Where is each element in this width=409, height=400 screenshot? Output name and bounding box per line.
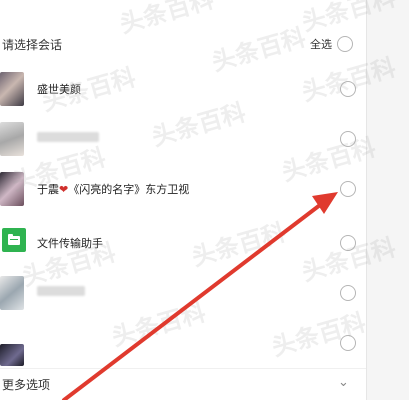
conversation-item[interactable]: 文件传输助手 (0, 218, 366, 268)
conversation-radio[interactable] (340, 235, 356, 251)
avatar (0, 172, 24, 206)
redacted-name (37, 132, 99, 142)
share-conversation-panel: 请选择会话 全选 盛世美颜 于震❤《闪亮的名字》东方卫视 文件传输助手 更多选项 (0, 0, 366, 400)
select-conversation-header: 请选择会话 全选 (0, 30, 366, 58)
select-all-label[interactable]: 全选 (310, 36, 332, 52)
select-all-radio[interactable] (337, 36, 353, 52)
avatar (0, 122, 24, 156)
conversation-item[interactable] (0, 318, 366, 368)
more-options-row[interactable]: 更多选项 ⌄ (0, 368, 366, 398)
folder-icon (8, 233, 20, 245)
conversation-item[interactable] (0, 114, 366, 164)
conversation-name-prefix: 于震 (37, 183, 59, 196)
file-transfer-avatar (2, 228, 26, 252)
conversation-radio[interactable] (340, 335, 356, 351)
conversation-item[interactable]: 于震❤《闪亮的名字》东方卫视 (0, 164, 366, 214)
conversation-name-suffix: 《闪亮的名字》东方卫视 (68, 183, 190, 196)
conversation-name: 文件传输助手 (37, 237, 103, 250)
conversation-item[interactable] (0, 268, 366, 318)
conversation-name: 盛世美颜 (37, 83, 81, 96)
chevron-down-icon: ⌄ (338, 375, 349, 390)
avatar (0, 72, 24, 106)
conversation-item[interactable]: 盛世美颜 (0, 64, 366, 114)
conversation-radio[interactable] (340, 181, 356, 197)
conversation-radio[interactable] (340, 285, 356, 301)
panel-top-strip (0, 0, 366, 22)
avatar (0, 276, 24, 310)
heart-icon: ❤ (59, 183, 69, 196)
conversation-radio[interactable] (340, 131, 356, 147)
header-title: 请选择会话 (2, 38, 63, 52)
background-window (366, 0, 409, 400)
conversation-radio[interactable] (340, 81, 356, 97)
avatar (0, 344, 24, 366)
more-options-label: 更多选项 (2, 378, 51, 392)
conversation-name: 于震❤《闪亮的名字》东方卫视 (37, 181, 189, 197)
redacted-name (37, 286, 85, 296)
